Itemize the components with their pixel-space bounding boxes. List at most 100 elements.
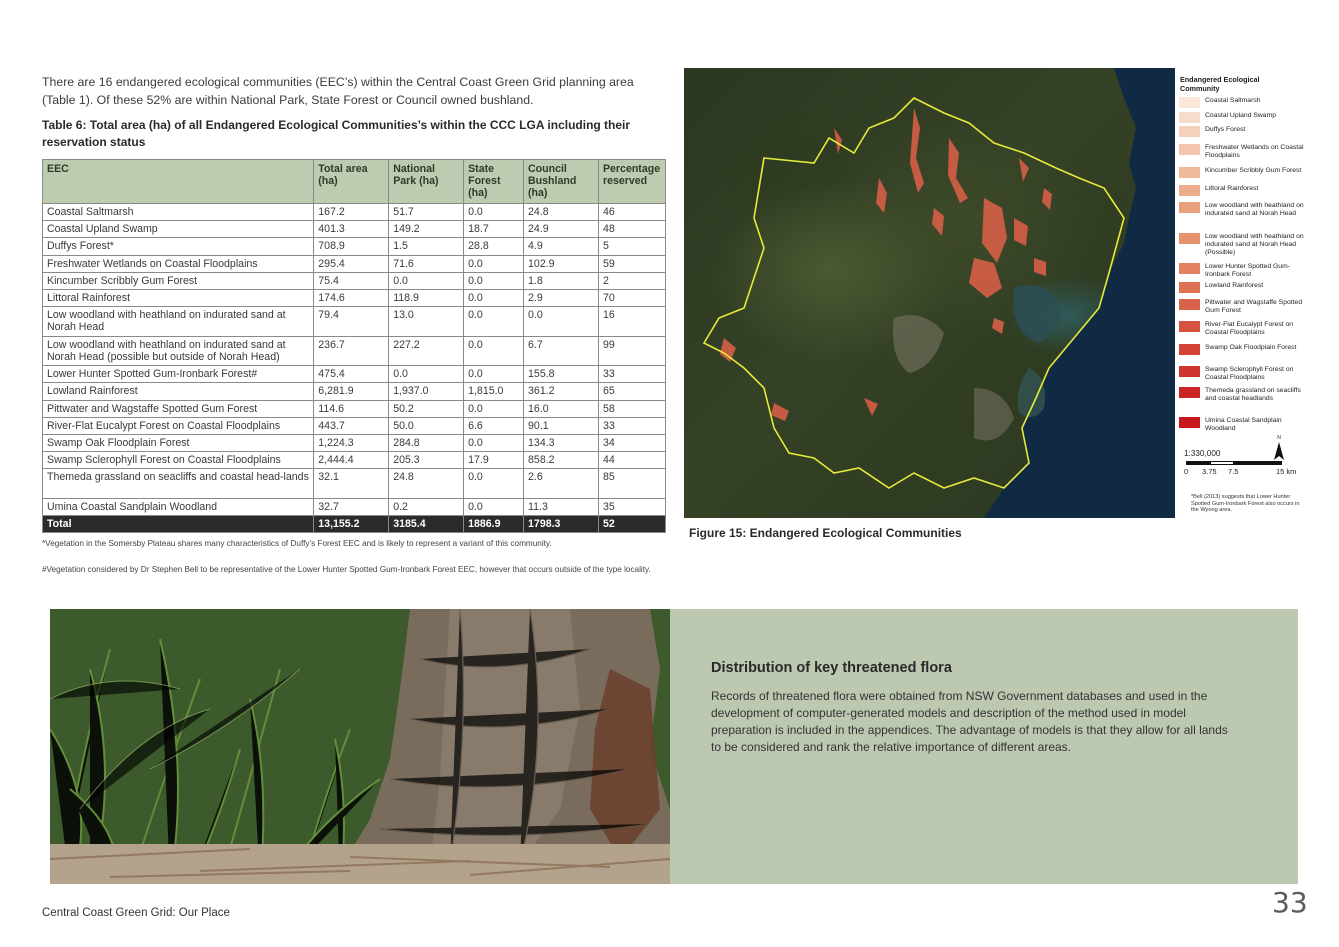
row-percentage: 99 <box>597 335 667 367</box>
row-eec: Swamp Sclerophyll Forest on Coastal Floo… <box>41 451 315 470</box>
row-percentage: 44 <box>597 451 667 470</box>
row-national-park: 0.0 <box>388 271 465 290</box>
row-percentage: 16 <box>597 306 667 337</box>
row-percentage: 48 <box>597 220 667 239</box>
row-state-forest: 28.8 <box>463 237 525 256</box>
urban-area <box>893 315 944 373</box>
row-national-park: 24.8 <box>388 468 465 499</box>
legend-swatch <box>1179 387 1200 398</box>
legend-swatch <box>1179 263 1200 274</box>
table-row: Lowland Rainforest 6,281.9 1,937.0 1,815.0 3… <box>41 382 667 401</box>
row-national-park: 51.7 <box>388 202 465 222</box>
row-state-forest: 0.0 <box>463 202 525 222</box>
legend-label: Umina Coastal Sandplain Woodland <box>1205 417 1282 432</box>
figure-caption: Figure 15: Endangered Ecological Communi… <box>689 526 962 540</box>
row-national-park: 205.3 <box>388 451 465 470</box>
legend-label: Coastal Saltmarsh <box>1205 97 1261 104</box>
row-eec: Duffys Forest* <box>41 237 315 256</box>
row-council-bushland: 1.8 <box>523 271 599 290</box>
table-header-row: EEC Total area (ha) National Park (ha) S… <box>41 159 667 204</box>
legend-label: Themeda grassland on seacliffs and coast… <box>1205 387 1301 402</box>
row-council-bushland: 24.9 <box>523 220 599 239</box>
row-state-forest: 0.0 <box>463 497 525 516</box>
row-total-area: 443.7 <box>313 416 390 435</box>
table-row: Swamp Sclerophyll Forest on Coastal Floo… <box>41 451 667 470</box>
row-state-forest: 6.6 <box>463 416 525 435</box>
threatened-flora-panel: Distribution of key threatened flora Rec… <box>670 609 1298 884</box>
table-row: Low woodland with heathland on indurated… <box>41 335 667 367</box>
legend-label: Low woodland with heathland on indurated… <box>1205 233 1304 256</box>
total-council-bushland: 1798.3 <box>523 514 599 533</box>
table-row: Lower Hunter Spotted Gum-Ironbark Forest… <box>41 365 667 384</box>
row-council-bushland: 134.3 <box>523 433 599 453</box>
total-percentage: 52 <box>597 514 667 533</box>
row-total-area: 475.4 <box>313 365 390 384</box>
table-caption: Table 6: Total area (ha) of all Endanger… <box>42 118 631 149</box>
row-eec: Coastal Upland Swamp <box>41 220 315 239</box>
row-national-park: 149.2 <box>388 220 465 239</box>
row-eec: Lower Hunter Spotted Gum-Ironbark Forest… <box>41 365 315 384</box>
legend-swatch <box>1179 321 1200 332</box>
row-total-area: 295.4 <box>313 254 390 273</box>
row-eec: Umina Coastal Sandplain Woodland <box>41 497 315 516</box>
row-eec: Swamp Oak Floodplain Forest <box>41 433 315 453</box>
row-council-bushland: 0.0 <box>523 306 599 337</box>
legend-swatch <box>1179 185 1200 196</box>
total-state-forest: 1886.9 <box>463 514 525 533</box>
row-state-forest: 17.9 <box>463 451 525 470</box>
section-heading: Distribution of key threatened flora <box>711 660 952 676</box>
row-total-area: 1,224.3 <box>313 433 390 453</box>
row-council-bushland: 90.1 <box>523 416 599 435</box>
row-national-park: 1.5 <box>388 237 465 256</box>
row-percentage: 46 <box>597 202 667 222</box>
legend-swatch <box>1179 282 1200 293</box>
legend-label: Low woodland with heathland on indurated… <box>1205 202 1304 217</box>
row-national-park: 0.2 <box>388 497 465 516</box>
header-national-park: National Park (ha) <box>388 159 465 204</box>
row-national-park: 284.8 <box>388 433 465 453</box>
table-row: Coastal Saltmarsh 167.2 51.7 0.0 24.8 46 <box>41 202 667 222</box>
row-council-bushland: 361.2 <box>523 382 599 401</box>
row-percentage: 33 <box>597 416 667 435</box>
row-percentage: 85 <box>597 468 667 499</box>
legend-swatch <box>1179 97 1200 108</box>
legend-swatch <box>1179 344 1200 355</box>
table-row: Themeda grassland on seacliffs and coast… <box>41 468 667 499</box>
footnote-duffys: *Vegetation in the Somersby Plateau shar… <box>42 539 552 548</box>
row-state-forest: 0.0 <box>463 468 525 499</box>
eec-patches <box>720 108 1052 421</box>
legend-swatch <box>1179 167 1200 178</box>
row-percentage: 34 <box>597 433 667 453</box>
legend-swatch <box>1179 144 1200 155</box>
row-percentage: 33 <box>597 365 667 384</box>
scale-bar: 1:330,000 0 3.75 7.5 15 km <box>1184 449 1302 478</box>
table-row: Pittwater and Wagstaffe Spotted Gum Fore… <box>41 399 667 418</box>
scale-ticks: 0 3.75 7.5 15 km <box>1184 468 1302 478</box>
scale-tick: 7.5 <box>1228 467 1239 476</box>
row-council-bushland: 11.3 <box>523 497 599 516</box>
table-row: Swamp Oak Floodplain Forest 1,224.3 284.8 0… <box>41 433 667 453</box>
north-label: N <box>1277 435 1281 441</box>
table-row: Freshwater Wetlands on Coastal Floodplai… <box>41 254 667 273</box>
legend-swatch <box>1179 233 1200 244</box>
table-row: River-Flat Eucalypt Forest on Coastal Fl… <box>41 416 667 435</box>
table-row: Coastal Upland Swamp 401.3 149.2 18.7 24.9 48 <box>41 220 667 239</box>
table-total-row: Total 13,155.2 3185.4 1886.9 1798.3 52 <box>41 514 667 533</box>
row-council-bushland: 102.9 <box>523 254 599 273</box>
photo-graphic <box>50 609 670 884</box>
row-percentage: 59 <box>597 254 667 273</box>
row-national-park: 50.0 <box>388 416 465 435</box>
row-total-area: 174.6 <box>313 288 390 308</box>
row-council-bushland: 6.7 <box>523 335 599 367</box>
row-total-area: 708.9 <box>313 237 390 256</box>
legend-label: Duffys Forest <box>1205 126 1246 133</box>
total-national-park: 3185.4 <box>388 514 465 533</box>
legend-note: *Bell (2013) suggests that Lower Hunter … <box>1191 494 1300 514</box>
legend-label: River-Flat Eucalypt Forest on Coastal Fl… <box>1205 321 1294 336</box>
legend-label: Freshwater Wetlands on Coastal Floodplai… <box>1205 144 1304 159</box>
legend-swatch <box>1179 126 1200 137</box>
scale-tick: 15 km <box>1276 467 1297 476</box>
map-graphic <box>702 68 1175 518</box>
legend-label: Kincumber Scribbly Gum Forest <box>1205 167 1302 174</box>
row-eec: Coastal Saltmarsh <box>41 202 315 222</box>
